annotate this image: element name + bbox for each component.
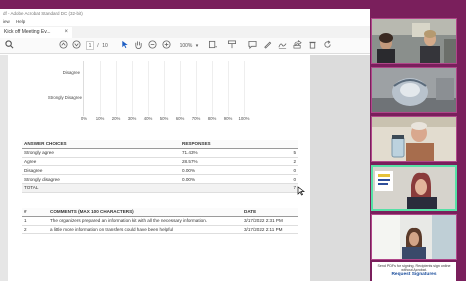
response-percent: 71.43% bbox=[180, 148, 280, 158]
page-separator: / bbox=[97, 43, 99, 49]
acrobat-window: df - Adobe Acrobat Standard DC (32-bit) … bbox=[0, 9, 370, 281]
zoom-in-icon[interactable] bbox=[161, 40, 171, 52]
document-view[interactable]: Disagree Strongly Disagree 0% 10% 20% 30% 40… bbox=[0, 55, 370, 281]
table-row: Strongly agree 71.43% 5 bbox=[22, 148, 298, 158]
hand-tool-icon[interactable] bbox=[133, 40, 143, 52]
request-signatures-promo: Send PDFs for signing. Recipients sign o… bbox=[372, 262, 456, 281]
menu-bar: iew Help bbox=[0, 18, 370, 26]
delete-icon[interactable] bbox=[307, 40, 317, 52]
comments-header-row: # COMMENTS (MAX 100 CHARACTERS) DATE bbox=[22, 208, 298, 217]
table-row: 2 a little more information on transfers… bbox=[22, 225, 298, 235]
response-count: 0 bbox=[280, 165, 298, 176]
zoom-level[interactable]: 100% bbox=[179, 40, 193, 52]
sign-icon[interactable] bbox=[277, 40, 287, 52]
tab-bar: Kick off Meeting Ev... × bbox=[0, 26, 370, 38]
comment-icon[interactable] bbox=[247, 40, 257, 52]
answer-choice: Agree bbox=[22, 157, 180, 167]
table-row: Agree 28.57% 2 bbox=[22, 157, 298, 167]
comments-table: # COMMENTS (MAX 100 CHARACTERS) DATE 1 T… bbox=[22, 208, 298, 235]
header-responses: RESPONSES bbox=[180, 140, 280, 149]
page-fit-icon[interactable] bbox=[207, 40, 219, 52]
participant-video[interactable] bbox=[371, 214, 457, 260]
close-tab-icon[interactable]: × bbox=[64, 27, 68, 38]
active-speaker-video[interactable] bbox=[371, 165, 457, 211]
window-title: df - Adobe Acrobat Standard DC (32-bit) bbox=[0, 9, 370, 18]
comment-date: 3/17/2022 2:31 PM bbox=[242, 216, 298, 226]
document-tab-label: Kick off Meeting Ev... bbox=[4, 29, 51, 35]
header-comments: COMMENTS (MAX 100 CHARACTERS) bbox=[48, 208, 242, 217]
participant-video[interactable] bbox=[371, 18, 457, 64]
next-page-icon[interactable] bbox=[71, 40, 81, 52]
search-icon[interactable] bbox=[4, 40, 14, 52]
header-count bbox=[280, 140, 298, 149]
participant-video[interactable] bbox=[371, 67, 457, 113]
response-percent: 28.57% bbox=[180, 157, 280, 167]
table-row: 1 The organizers prepared an information… bbox=[22, 216, 298, 226]
header-answer-choices: ANSWER CHOICES bbox=[22, 140, 180, 149]
response-percent: 0.00% bbox=[180, 165, 280, 176]
toolbar: 1 / 10 100% ▾ bbox=[0, 38, 370, 54]
zoom-out-icon[interactable] bbox=[147, 40, 157, 52]
response-count: 5 bbox=[280, 148, 298, 158]
responses-header-row: ANSWER CHOICES RESPONSES bbox=[22, 140, 298, 149]
select-cursor-icon[interactable] bbox=[120, 40, 130, 52]
scroll-mode-icon[interactable] bbox=[226, 40, 238, 52]
response-percent: 0.00% bbox=[180, 174, 280, 184]
page-number-input[interactable]: 1 bbox=[86, 41, 94, 50]
refresh-icon[interactable] bbox=[322, 40, 332, 52]
header-date: DATE bbox=[242, 208, 298, 217]
response-count: 2 bbox=[280, 157, 298, 167]
responses-table: ANSWER CHOICES RESPONSES Strongly agree … bbox=[22, 140, 298, 193]
answer-choice: Strongly agree bbox=[22, 148, 180, 158]
pdf-page: Disagree Strongly Disagree 0% 10% 20% 30% 40… bbox=[8, 55, 310, 281]
menu-view[interactable]: iew bbox=[3, 19, 10, 24]
header-number: # bbox=[22, 208, 48, 217]
request-signatures-button[interactable]: Request Signatures bbox=[372, 272, 456, 277]
comment-text: The organizers prepared an information k… bbox=[48, 216, 242, 226]
promo-text: Send PDFs for signing. Recipients sign o… bbox=[377, 264, 451, 272]
comment-date: 3/17/2022 2:11 PM bbox=[242, 225, 298, 235]
zoom-dropdown-icon[interactable]: ▾ bbox=[194, 40, 200, 52]
total-count: 7 bbox=[280, 183, 298, 193]
chart-bars bbox=[8, 55, 310, 125]
pen-icon[interactable] bbox=[262, 40, 272, 52]
mouse-pointer-icon bbox=[297, 186, 306, 198]
total-label: TOTAL bbox=[22, 183, 180, 193]
comment-number: 2 bbox=[22, 225, 48, 235]
participant-video[interactable] bbox=[371, 116, 457, 162]
chart-x-tick-label: 100% bbox=[238, 116, 250, 121]
previous-page-icon[interactable] bbox=[58, 40, 68, 52]
table-row: Disagree 0.00% 0 bbox=[22, 165, 298, 176]
menu-help[interactable]: Help bbox=[16, 19, 25, 24]
document-margin bbox=[310, 55, 370, 281]
comment-text: a little more information on transfers c… bbox=[48, 225, 242, 235]
total-row: TOTAL 7 bbox=[22, 183, 298, 193]
page-total: 10 bbox=[102, 43, 108, 49]
answer-choice: Strongly disagree bbox=[22, 174, 180, 184]
video-call-rail bbox=[370, 0, 466, 281]
comment-number: 1 bbox=[22, 216, 48, 226]
response-count: 0 bbox=[280, 174, 298, 184]
share-icon[interactable] bbox=[292, 40, 302, 52]
answer-choice: Disagree bbox=[22, 165, 180, 176]
table-row: Strongly disagree 0.00% 0 bbox=[22, 174, 298, 184]
document-tab[interactable]: Kick off Meeting Ev... × bbox=[0, 27, 72, 38]
